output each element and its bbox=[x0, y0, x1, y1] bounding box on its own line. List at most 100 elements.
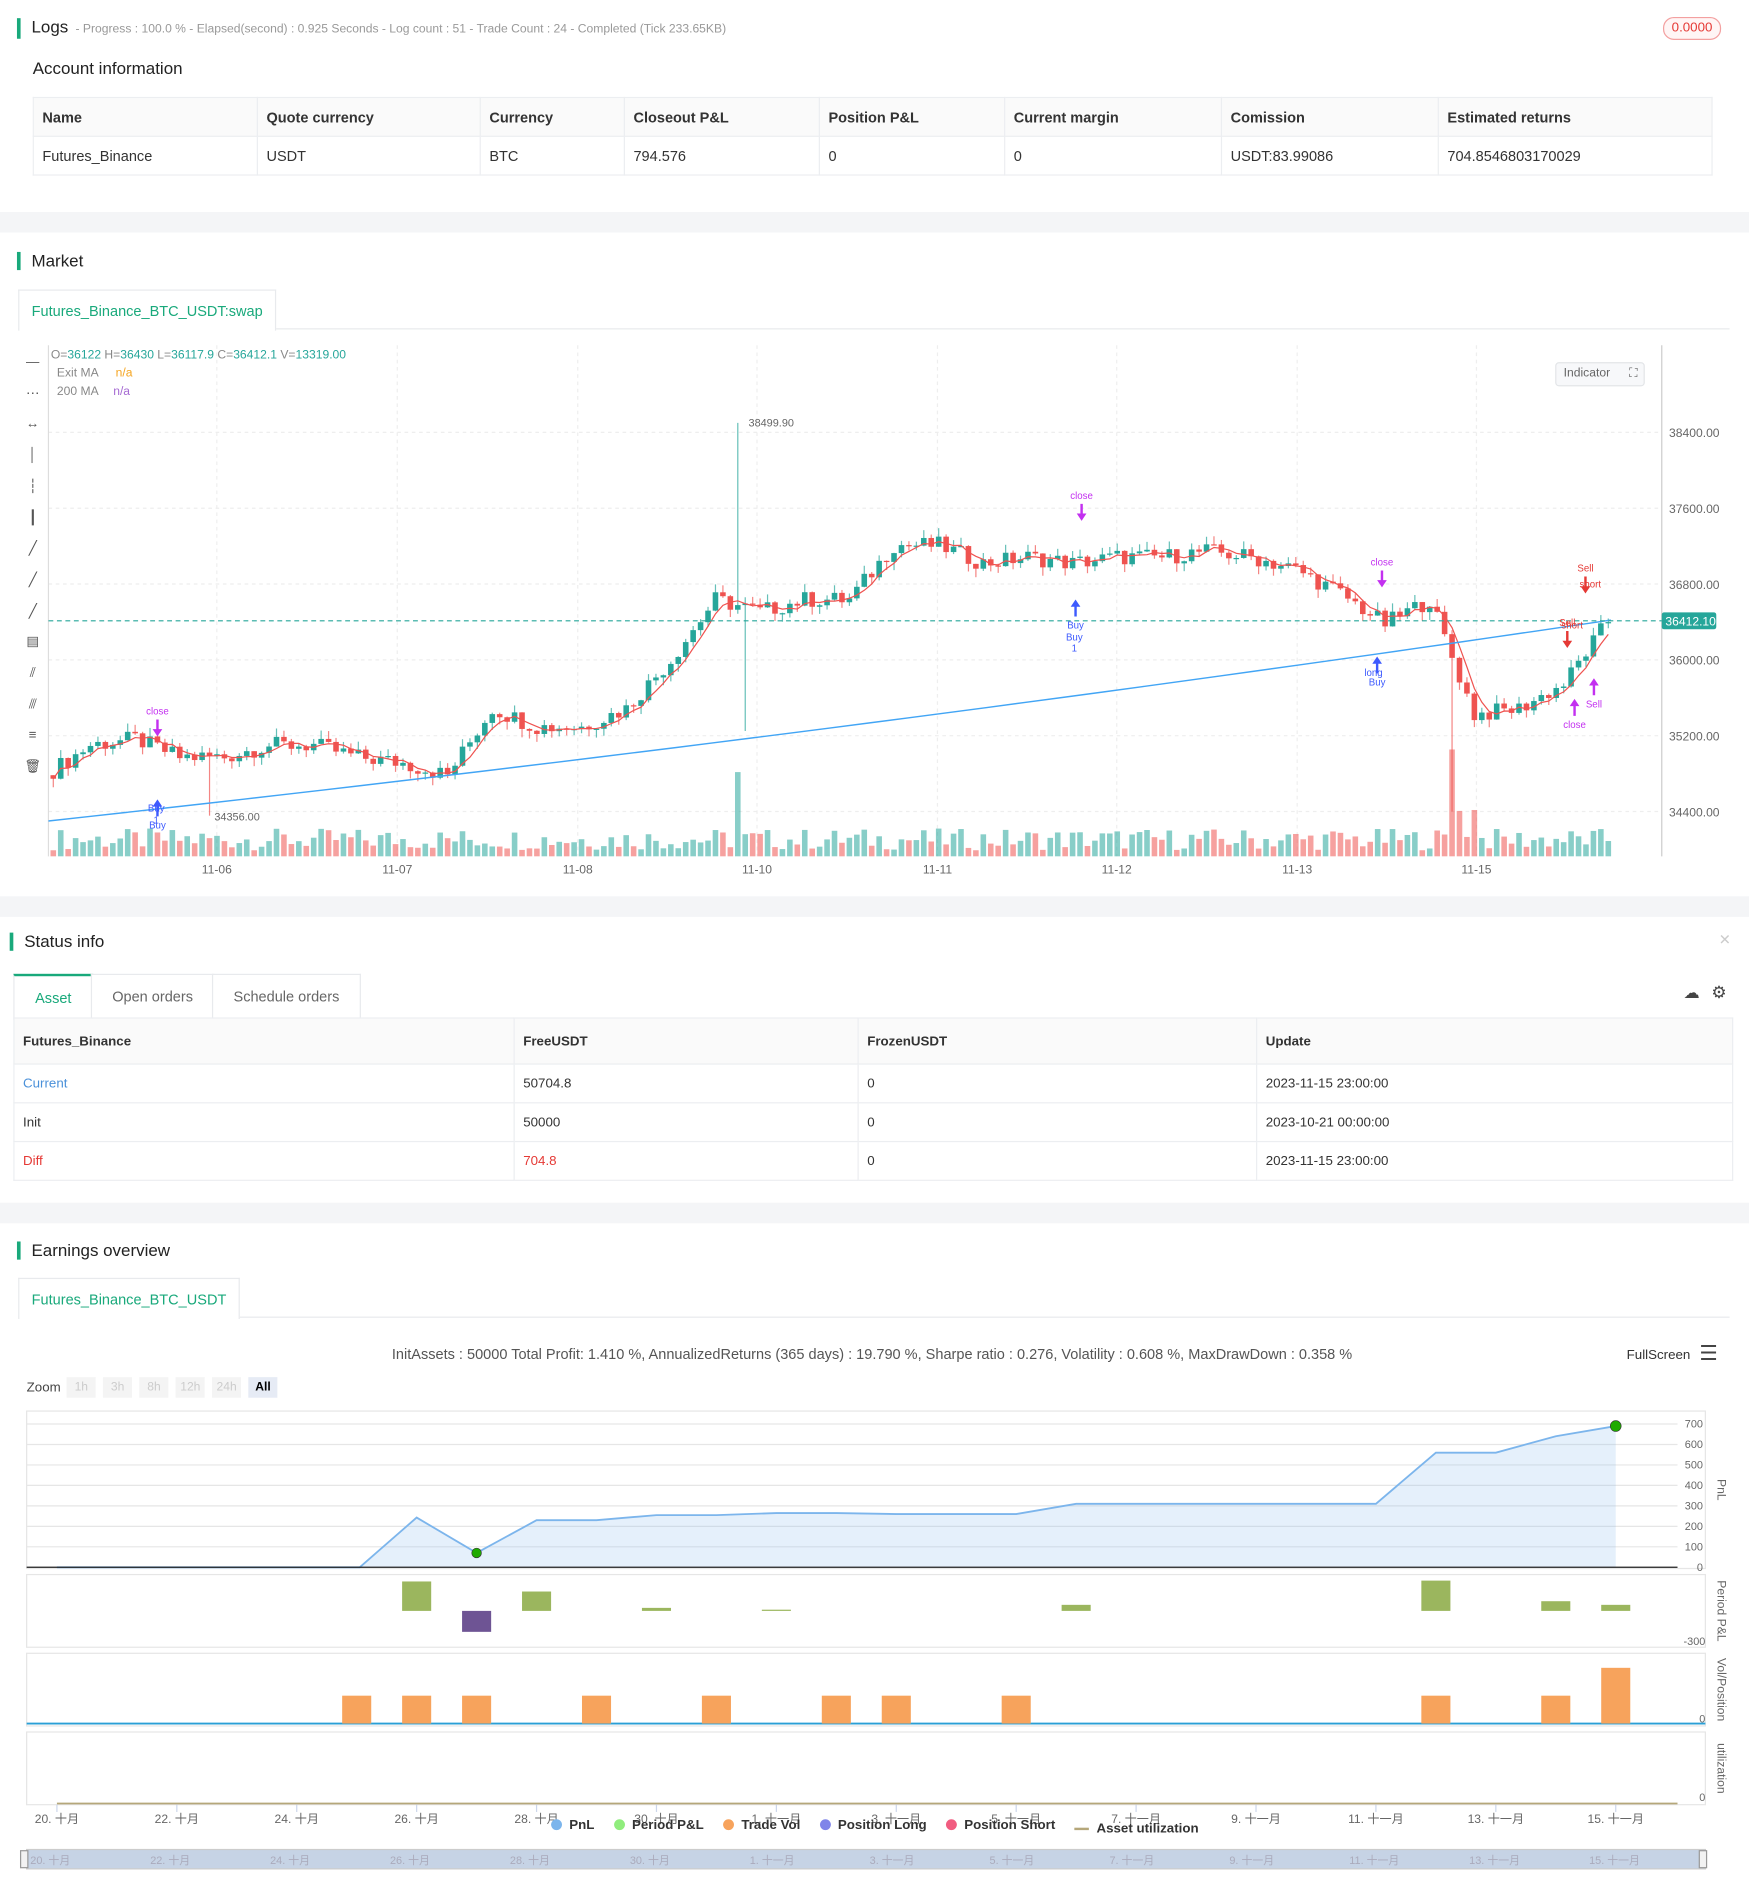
x-tick-label: 11-07 bbox=[382, 862, 412, 876]
volume-bar bbox=[727, 847, 734, 857]
buy-arrow-icon bbox=[1569, 698, 1580, 716]
x-tick-label: 11-06 bbox=[202, 862, 232, 876]
pnl-tick-label: 500 bbox=[1685, 1460, 1703, 1472]
table-cell: 50704.8 bbox=[513, 1063, 859, 1104]
menu-icon[interactable]: ☰ bbox=[1699, 1342, 1717, 1366]
navigator-label: 26. 十月 bbox=[390, 1853, 430, 1867]
table-cell: 0 bbox=[1004, 135, 1223, 176]
zoom-12h-button[interactable]: 12h bbox=[175, 1377, 205, 1398]
trade-marker-label: Sell bbox=[1577, 564, 1593, 575]
candle-body bbox=[779, 613, 786, 615]
legend-item[interactable]: Position Short bbox=[946, 1817, 1055, 1832]
candle-body bbox=[1032, 551, 1039, 554]
legend-marker-icon bbox=[819, 1819, 831, 1831]
volume-bar bbox=[1129, 834, 1135, 857]
candle-body bbox=[854, 586, 860, 599]
column-header: Position P&L bbox=[818, 96, 1006, 137]
legend-item[interactable]: Trade Vol bbox=[723, 1817, 800, 1832]
candle-body bbox=[415, 771, 421, 774]
volume-bar bbox=[913, 840, 920, 857]
tab-earnings-symbol[interactable]: Futures_Binance_BTC_USDT bbox=[18, 1277, 240, 1319]
zoom-1h-button[interactable]: 1h bbox=[66, 1377, 96, 1398]
volume-bar bbox=[1054, 832, 1061, 857]
volume-bar bbox=[154, 832, 161, 857]
candle-body bbox=[1077, 556, 1083, 558]
volume-bar bbox=[1062, 847, 1068, 857]
legend-item[interactable]: Position Long bbox=[819, 1817, 927, 1832]
legend-item[interactable]: Asset utilization bbox=[1074, 1822, 1199, 1836]
trade-vol-bar bbox=[881, 1695, 911, 1724]
volume-bar bbox=[459, 831, 466, 857]
volume-bar bbox=[1441, 834, 1448, 857]
zoom-3h-button[interactable]: 3h bbox=[103, 1377, 133, 1398]
trade-vol-bar bbox=[821, 1695, 851, 1724]
volume-bar bbox=[407, 847, 414, 857]
volume-bar bbox=[861, 829, 868, 857]
volume-bar bbox=[132, 832, 138, 857]
axis-title: utilization bbox=[1714, 1743, 1728, 1793]
volume-bar bbox=[310, 837, 317, 857]
volume-bar bbox=[906, 840, 912, 857]
close-icon[interactable]: ✕ bbox=[1719, 931, 1731, 948]
volume-bar bbox=[1389, 829, 1396, 857]
candle-body bbox=[1196, 549, 1202, 552]
legend-item[interactable]: PnL bbox=[551, 1817, 594, 1832]
candle-body bbox=[1449, 634, 1455, 658]
period-tick-label: -300 bbox=[1684, 1636, 1706, 1648]
volume-bar bbox=[147, 828, 153, 857]
volume-bar bbox=[1456, 810, 1463, 857]
legend-marker-icon bbox=[723, 1819, 735, 1831]
volume-bar bbox=[1345, 839, 1351, 857]
zoom-24h-button[interactable]: 24h bbox=[212, 1377, 242, 1398]
x-tick-label: 11-10 bbox=[742, 862, 772, 876]
asset-table: Futures_Binance FreeUSDT FrozenUSDT Update C… bbox=[13, 1017, 1734, 1181]
tab-open-orders[interactable]: Open orders bbox=[90, 973, 215, 1019]
fullscreen-button[interactable]: FullScreen bbox=[1627, 1348, 1691, 1363]
volume-bar bbox=[697, 842, 704, 857]
legend-item[interactable]: Period P&L bbox=[613, 1817, 704, 1832]
candle-body bbox=[831, 592, 838, 600]
candle-body bbox=[1233, 557, 1240, 560]
tab-schedule-orders[interactable]: Schedule orders bbox=[211, 973, 361, 1019]
volume-bar bbox=[593, 849, 600, 857]
trade-marker-label: short bbox=[1580, 579, 1602, 590]
zoom-all-button[interactable]: All bbox=[248, 1377, 278, 1398]
volume-bar bbox=[511, 832, 518, 857]
candle-body bbox=[132, 731, 138, 734]
last-price-label: 36412.10 bbox=[1665, 615, 1716, 629]
zoom-8h-button[interactable]: 8h bbox=[139, 1377, 169, 1398]
candle-body bbox=[1136, 551, 1143, 554]
volume-bar bbox=[742, 834, 749, 857]
navigator-handle[interactable] bbox=[1698, 1850, 1708, 1869]
candlestick-chart[interactable]: 34400.00 35200.00 36000.00 36800.00 37600.00… bbox=[0, 339, 1749, 896]
volume-bar bbox=[1367, 841, 1373, 857]
period-pnl-bar bbox=[641, 1607, 672, 1611]
candle-body bbox=[318, 738, 324, 744]
trade-marker-label: 1 bbox=[154, 816, 159, 827]
pane-frame bbox=[26, 1731, 1706, 1806]
tab-market-symbol[interactable]: Futures_Binance_BTC_USDT:swap bbox=[18, 289, 277, 331]
candle-body bbox=[1545, 695, 1552, 698]
candle-body bbox=[1412, 602, 1418, 609]
volume-bar bbox=[489, 846, 496, 857]
pane-frame bbox=[26, 1573, 1706, 1648]
tab-asset[interactable]: Asset bbox=[13, 973, 94, 1020]
trade-marker-label: close bbox=[1563, 720, 1586, 731]
volume-bar bbox=[831, 830, 838, 857]
volume-bar bbox=[65, 849, 71, 857]
volume-bar bbox=[139, 846, 146, 857]
table-cell: 0 bbox=[857, 1063, 1258, 1104]
candle-body bbox=[883, 560, 890, 563]
navigator-label: 9. 十一月 bbox=[1229, 1853, 1274, 1867]
candle-body bbox=[1226, 552, 1232, 559]
cloud-download-icon[interactable]: ☁ bbox=[1684, 983, 1700, 1002]
volume-bar bbox=[229, 847, 235, 857]
trade-vol-bar bbox=[462, 1695, 492, 1724]
y-tick-label: 34400.00 bbox=[1669, 805, 1720, 819]
account-title: Account information bbox=[32, 58, 183, 78]
volume-bar bbox=[682, 842, 689, 857]
volume-bar bbox=[400, 839, 406, 857]
navigator-handle[interactable] bbox=[19, 1850, 29, 1869]
gear-icon[interactable]: ⚙ bbox=[1711, 982, 1726, 1003]
legend-marker-icon bbox=[946, 1819, 957, 1831]
